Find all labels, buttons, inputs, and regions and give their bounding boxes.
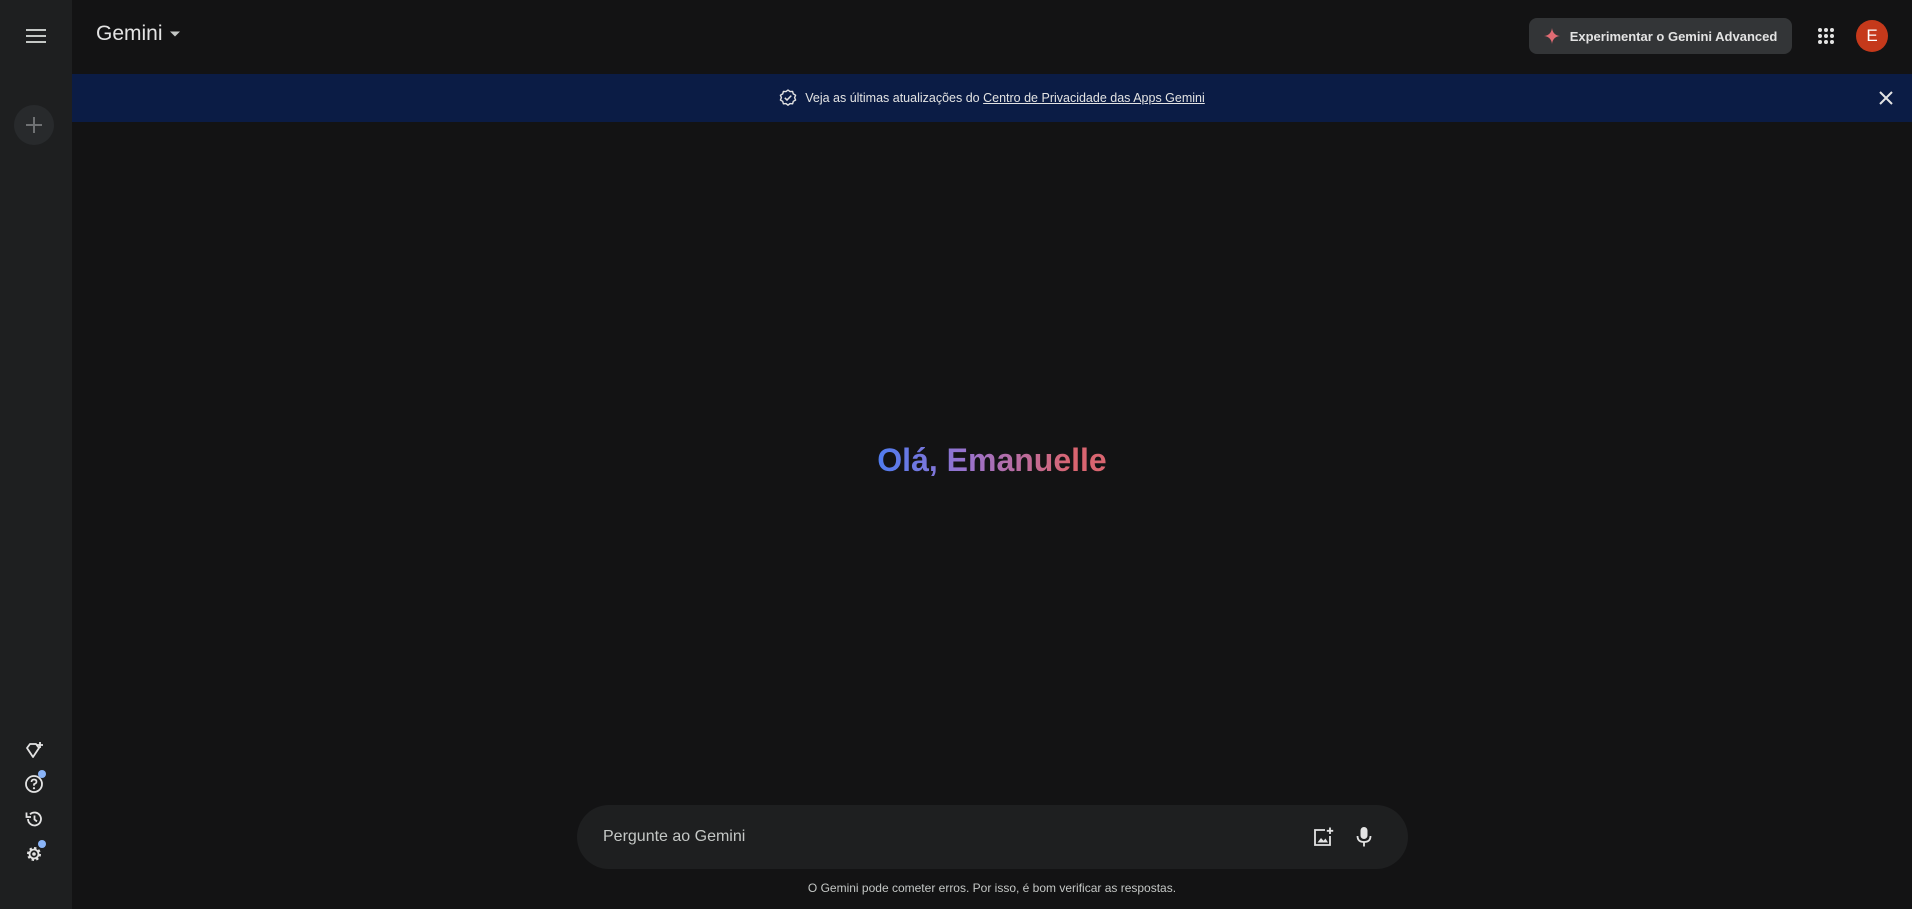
- greeting-text: Olá, Emanuelle: [877, 442, 1107, 478]
- sparkle-icon: [1543, 28, 1560, 44]
- prompt-bar: [577, 805, 1408, 869]
- microphone-icon: [1356, 827, 1372, 847]
- help-button[interactable]: [18, 768, 50, 800]
- try-advanced-label: Experimentar o Gemini Advanced: [1569, 28, 1778, 44]
- activity-button[interactable]: [18, 803, 50, 835]
- disclaimer-text: O Gemini pode cometer erros. Por isso, é…: [807, 881, 1177, 895]
- banner-text: Veja as últimas atualizações do Centro d…: [805, 91, 1205, 105]
- voice-input-button[interactable]: [1344, 817, 1384, 857]
- gem-manager-icon: [26, 742, 43, 758]
- verified-check-icon: [779, 89, 797, 106]
- privacy-banner: Veja as últimas atualizações do Centro d…: [72, 74, 1912, 122]
- main-menu-button[interactable]: [16, 16, 56, 56]
- try-advanced-button[interactable]: Experimentar o Gemini Advanced: [1529, 18, 1792, 54]
- google-apps-button[interactable]: [1810, 20, 1842, 52]
- gem-manager-button[interactable]: [18, 735, 50, 767]
- add-image-icon: [1314, 827, 1334, 846]
- greeting-heading: Olá, Emanuelle: [72, 440, 1912, 480]
- settings-button[interactable]: [18, 838, 50, 870]
- privacy-hub-link[interactable]: Centro de Privacidade das Apps Gemini: [983, 91, 1205, 105]
- new-chat-button[interactable]: [14, 105, 54, 145]
- apps-grid-icon: [1818, 28, 1834, 44]
- menu-icon: [26, 29, 46, 43]
- settings-notification-dot: [38, 840, 46, 848]
- top-bar: Gemini Experimentar o Gemini Advanced E: [72, 0, 1912, 74]
- sidebar: [0, 0, 72, 909]
- account-avatar[interactable]: E: [1856, 20, 1888, 52]
- banner-text-prefix: Veja as últimas atualizações do: [805, 91, 984, 105]
- brand-title: Gemini: [96, 22, 163, 45]
- plus-icon: [26, 117, 42, 133]
- prompt-input[interactable]: [603, 828, 1304, 846]
- banner-close-button[interactable]: [1874, 86, 1898, 110]
- caret-down-icon: [169, 31, 180, 37]
- upload-image-button[interactable]: [1304, 817, 1344, 857]
- avatar-initial: E: [1866, 26, 1878, 45]
- help-notification-dot: [38, 770, 46, 778]
- history-icon: [25, 811, 42, 827]
- model-switcher[interactable]: Gemini: [96, 22, 181, 46]
- close-icon: [1879, 91, 1893, 105]
